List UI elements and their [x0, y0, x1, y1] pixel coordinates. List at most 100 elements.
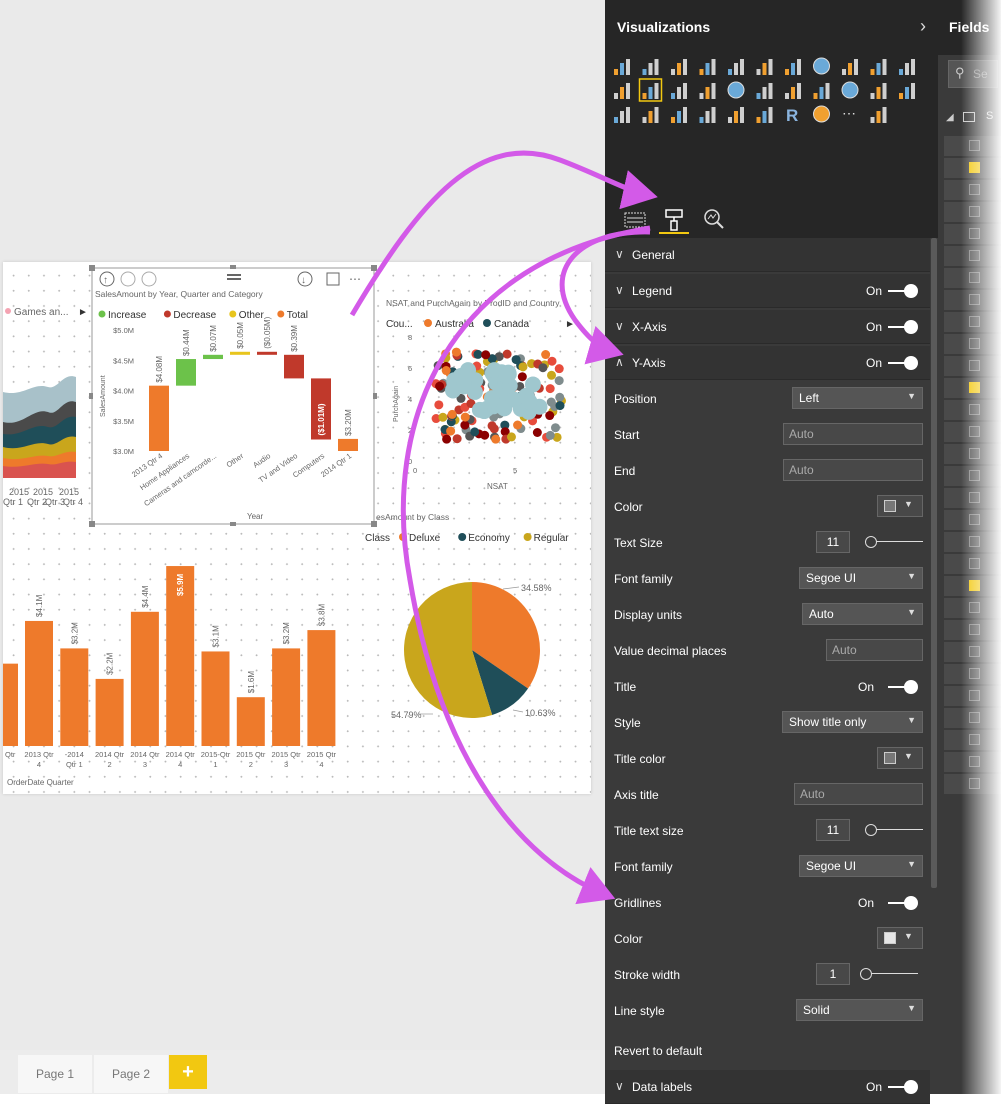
- visual-type-icon: [870, 59, 887, 75]
- toggle-state: On: [865, 356, 882, 370]
- legend-toggle[interactable]: [888, 284, 918, 298]
- toggle-state: On: [865, 1080, 882, 1094]
- toggle-state: On: [858, 680, 875, 694]
- section-x-axis[interactable]: ∨ X-Axis On: [605, 310, 930, 344]
- axis-title-input[interactable]: Auto: [794, 783, 923, 805]
- visual-type-icon: [699, 83, 716, 99]
- section-label: X-Axis: [632, 320, 667, 334]
- data-labels-toggle[interactable]: [888, 1080, 918, 1094]
- gridlines-toggle[interactable]: [888, 896, 918, 910]
- scatter-point: [471, 401, 488, 418]
- end-input[interactable]: Auto: [783, 459, 923, 481]
- viz-pane-title: Visualizations: [617, 19, 711, 35]
- viz-pane-scrollbar[interactable]: [931, 238, 937, 888]
- setting-axis-title: Axis title Auto: [605, 777, 930, 813]
- scatter-point: [506, 391, 523, 408]
- scatter-point: [541, 350, 551, 360]
- y-axis-toggle[interactable]: [888, 356, 918, 370]
- decimal-places-input[interactable]: Auto: [826, 639, 923, 661]
- scatter-point: [446, 426, 456, 436]
- section-data-labels[interactable]: ∨ Data labels On: [605, 1070, 930, 1104]
- column-category-label: 2015 Qtr: [272, 750, 302, 759]
- legend-marker: [277, 310, 285, 318]
- pie-chart[interactable]: esAmount by Class Class Deluxe Economy Reg…: [365, 512, 569, 720]
- ribbon-chart[interactable]: Games an... ► 2015 2015 2015 Qtr 1 Qtr 2…: [3, 307, 88, 507]
- scatter-point: [442, 434, 452, 444]
- fields-pane: Fields ⚲ Se ◢ S: [938, 0, 1001, 1094]
- scatter-point: [547, 370, 557, 380]
- setting-title: Title On: [605, 669, 930, 705]
- column-category-label: 1: [213, 760, 217, 769]
- visual-type-icon: [638, 78, 663, 102]
- scatter-point: [483, 390, 500, 407]
- format-paint-roller-icon[interactable]: [659, 204, 689, 234]
- visual-type-icon: [614, 59, 630, 75]
- font-family-dropdown[interactable]: Segoe UI ▼: [799, 567, 923, 589]
- visualizations-pane: Visualizations › R ⋯ ∨ General ∨ Legend O…: [605, 0, 938, 1104]
- setting-display-units: Display units Auto ▼: [605, 597, 930, 633]
- add-page-button[interactable]: +: [169, 1055, 207, 1089]
- waterfall-chart[interactable]: ↑ ↓ ⋯ SalesAmount by Year, Quarter and C…: [89, 265, 377, 527]
- title-font-family-dropdown[interactable]: Segoe UI ▼: [799, 855, 923, 877]
- line-style-dropdown[interactable]: Solid ▼: [796, 999, 923, 1021]
- start-input[interactable]: Auto: [783, 423, 923, 445]
- revert-to-default-link[interactable]: Revert to default: [605, 1033, 930, 1069]
- svg-text:Qtr 4: Qtr 4: [63, 497, 83, 507]
- setting-label: Axis title: [614, 788, 659, 802]
- chevron-down-icon: ▼: [907, 1003, 916, 1013]
- analytics-magnifier-icon[interactable]: [699, 204, 729, 234]
- setting-line-style: Line style Solid ▼: [605, 993, 930, 1029]
- text-size-slider[interactable]: [865, 536, 923, 548]
- pie-legend-label: Class: [365, 533, 390, 544]
- scatter-point: [554, 364, 564, 374]
- column-category-label: 2: [108, 760, 112, 769]
- visual-type-icons[interactable]: R ⋯: [605, 55, 938, 135]
- display-units-dropdown[interactable]: Auto ▼: [802, 603, 923, 625]
- section-y-axis[interactable]: ∧ Y-Axis On: [605, 346, 930, 380]
- scatter-point: [532, 428, 542, 438]
- tab-page-2[interactable]: Page 2: [94, 1055, 168, 1093]
- setting-font-family: Font family Segoe UI ▼: [605, 561, 930, 597]
- table-expand-icon[interactable]: ◢: [946, 112, 954, 123]
- title-text-size-input[interactable]: 11: [816, 819, 850, 841]
- position-dropdown[interactable]: Left ▼: [792, 387, 923, 409]
- visual-type-icon: [728, 59, 744, 75]
- column-bar: [3, 663, 18, 746]
- scatter-point: [554, 376, 564, 386]
- setting-label: Font family: [614, 572, 673, 586]
- waterfall-data-label: $0.39M: [290, 325, 299, 352]
- style-dropdown[interactable]: Show title only ▼: [782, 711, 923, 733]
- column-bar: [130, 611, 159, 746]
- section-general[interactable]: ∨ General: [605, 238, 930, 272]
- visual-type-icon: [785, 83, 801, 99]
- scatter-point: [460, 362, 477, 379]
- column-data-label: $3.2M: [70, 622, 79, 645]
- column-chart[interactable]: Qtr$4.1M2013 Qtr4$3.2M-2014Qtr 1$2.2M201…: [3, 566, 336, 787]
- column-category-label: 2015 Qtr: [307, 750, 337, 759]
- fields-well-tab-icon[interactable]: [621, 204, 651, 234]
- color-picker[interactable]: ▼: [877, 495, 923, 517]
- setting-start: Start Auto: [605, 417, 930, 453]
- text-size-input[interactable]: 11: [816, 531, 850, 553]
- setting-label: Text Size: [614, 536, 663, 550]
- scatter-chart[interactable]: NSAT and PurchAgain by ProdID and Countr…: [386, 298, 575, 491]
- scatter-point: [545, 384, 555, 394]
- title-text-size-slider[interactable]: [865, 824, 923, 836]
- section-label: General: [632, 248, 675, 262]
- title-color-picker[interactable]: ▼: [877, 747, 923, 769]
- scatter-point: [455, 375, 472, 392]
- section-legend[interactable]: ∨ Legend On: [605, 274, 930, 308]
- title-toggle[interactable]: [888, 680, 918, 694]
- waterfall-bar: [338, 438, 358, 451]
- stroke-width-input[interactable]: 1: [816, 963, 850, 985]
- gridline-color-picker[interactable]: ▼: [877, 927, 923, 949]
- column-data-label: $3.8M: [317, 604, 326, 627]
- stroke-width-slider[interactable]: [860, 968, 923, 980]
- tab-page-1[interactable]: Page 1: [18, 1055, 92, 1093]
- collapse-chevron-icon[interactable]: ›: [920, 16, 926, 37]
- y-tick-label: $4.0M: [113, 387, 134, 396]
- visual-type-icon: [899, 59, 915, 75]
- x-axis-toggle[interactable]: [888, 320, 918, 334]
- setting-label: Stroke width: [614, 968, 681, 982]
- column-category-label: 4: [37, 760, 41, 769]
